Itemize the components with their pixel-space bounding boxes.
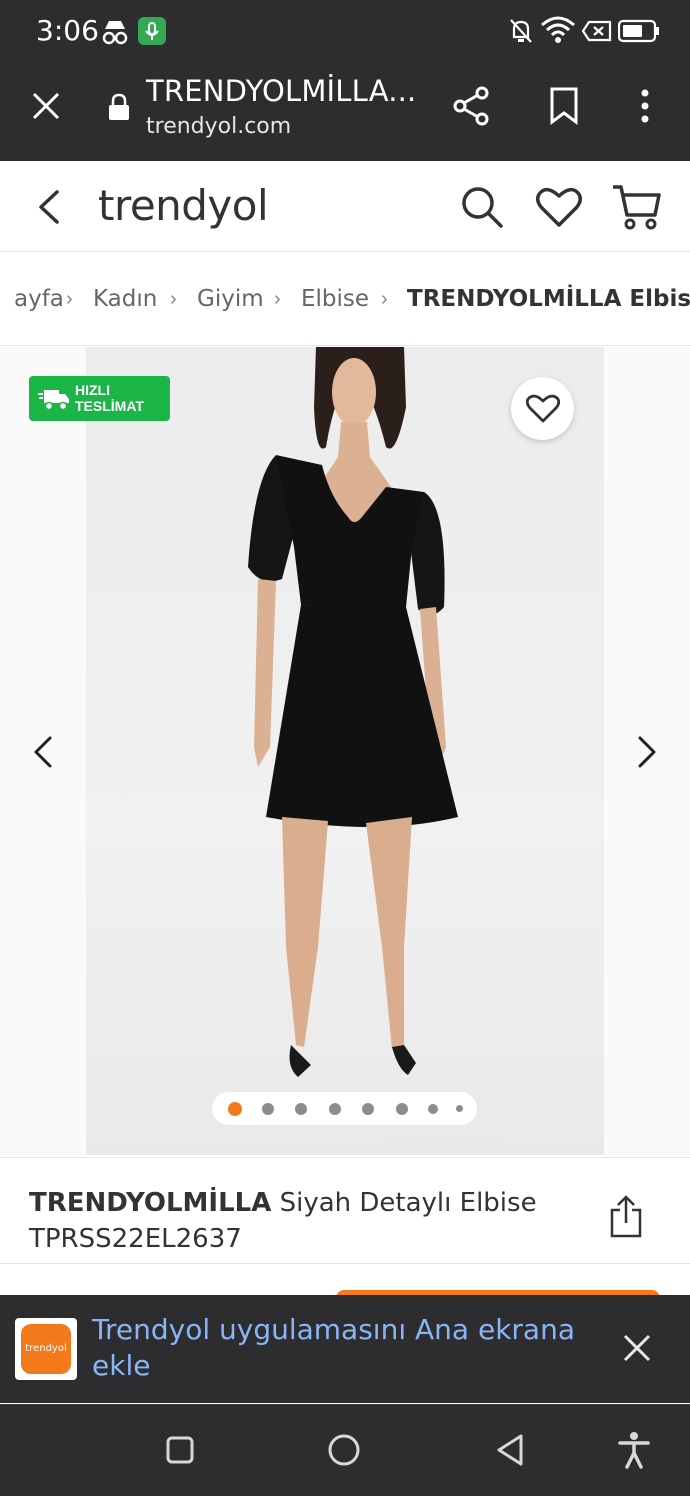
breadcrumb-item-elbise[interactable]: Elbise <box>301 286 369 312</box>
pagination-dot[interactable] <box>428 1104 438 1114</box>
breadcrumb-item-home[interactable]: ayfa <box>14 286 64 312</box>
image-pagination <box>212 1092 477 1125</box>
product-gallery[interactable] <box>0 347 690 1155</box>
site-header: trendyol <box>0 161 690 252</box>
recent-apps-icon[interactable] <box>165 1435 195 1465</box>
breadcrumb-separator-icon: › <box>66 288 73 310</box>
pagination-dot[interactable] <box>396 1103 408 1115</box>
bookmark-icon[interactable] <box>549 87 579 125</box>
no-sim-icon <box>582 20 612 42</box>
favorites-heart-icon[interactable] <box>535 185 583 229</box>
badge-line-1: HIZLI <box>75 382 110 398</box>
pagination-dot[interactable] <box>262 1103 274 1115</box>
product-brand[interactable]: TRENDYOLMİLLA <box>29 1188 271 1218</box>
share-icon[interactable] <box>452 86 490 126</box>
product-info: TRENDYOLMİLLA Siyah Detaylı Elbise TPRSS… <box>0 1157 690 1264</box>
incognito-icon <box>102 21 128 45</box>
install-banner-text[interactable]: Trendyol uygulamasını Ana ekrana ekle <box>92 1312 582 1384</box>
pagination-dot[interactable] <box>362 1103 374 1115</box>
breadcrumb-item-giyim[interactable]: Giyim <box>197 286 264 312</box>
browser-toolbar: TRENDYOLMİLLA... trendyol.com <box>0 62 690 161</box>
more-menu-icon[interactable] <box>638 88 652 124</box>
product-image[interactable] <box>86 347 604 1155</box>
accessibility-icon[interactable] <box>618 1431 650 1469</box>
page-url[interactable]: trendyol.com <box>146 114 291 139</box>
trendyol-logo[interactable]: trendyol <box>98 181 269 230</box>
fast-delivery-badge: HIZLI TESLİMAT <box>29 376 170 421</box>
install-app-banner[interactable]: trendyol Trendyol uygulamasını Ana ekran… <box>0 1295 690 1403</box>
cart-icon[interactable] <box>611 183 663 231</box>
back-arrow-icon[interactable] <box>36 189 62 225</box>
status-time: 3:06 <box>36 14 99 47</box>
system-navigation-bar <box>0 1404 690 1496</box>
badge-text: HIZLI TESLİMAT <box>75 382 144 414</box>
trendyol-app-icon: trendyol <box>15 1318 77 1380</box>
status-bar: 3:06 <box>0 0 690 62</box>
mute-bell-icon <box>510 19 532 43</box>
product-title: TRENDYOLMİLLA Siyah Detaylı Elbise <box>29 1188 537 1218</box>
next-image-arrow-icon[interactable] <box>634 735 660 769</box>
pagination-dot-active[interactable] <box>228 1102 242 1116</box>
heart-icon <box>526 394 560 423</box>
add-to-favorites-button[interactable] <box>511 377 574 440</box>
breadcrumb: ayfa › Kadın › Giyim › Elbise › TRENDYOL… <box>0 252 690 346</box>
pagination-dot[interactable] <box>456 1105 463 1112</box>
badge-line-2: TESLİMAT <box>75 398 144 414</box>
delivery-truck-icon <box>38 390 69 411</box>
pagination-dot[interactable] <box>295 1103 307 1115</box>
pagination-dot[interactable] <box>329 1103 341 1115</box>
search-icon[interactable] <box>460 185 504 229</box>
wifi-icon <box>541 16 575 43</box>
microphone-icon <box>138 17 166 45</box>
previous-image-arrow-icon[interactable] <box>30 735 56 769</box>
page-title: TRENDYOLMİLLA... <box>146 74 417 108</box>
breadcrumb-item-kadin[interactable]: Kadın <box>93 286 157 312</box>
battery-icon <box>618 19 659 43</box>
home-icon[interactable] <box>327 1433 361 1467</box>
close-banner-icon[interactable] <box>622 1333 652 1363</box>
lock-icon[interactable] <box>107 93 131 121</box>
breadcrumb-current: TRENDYOLMİLLA Elbise <box>407 286 690 312</box>
product-name: Siyah Detaylı Elbise <box>279 1188 537 1218</box>
product-code: TPRSS22EL2637 <box>29 1224 242 1254</box>
back-nav-icon[interactable] <box>495 1433 525 1467</box>
breadcrumb-separator-icon: › <box>274 288 281 310</box>
share-product-icon[interactable] <box>609 1195 643 1239</box>
breadcrumb-separator-icon: › <box>170 288 177 310</box>
close-icon[interactable] <box>30 90 62 122</box>
app-icon-label: trendyol <box>25 1343 67 1354</box>
breadcrumb-separator-icon: › <box>381 288 388 310</box>
